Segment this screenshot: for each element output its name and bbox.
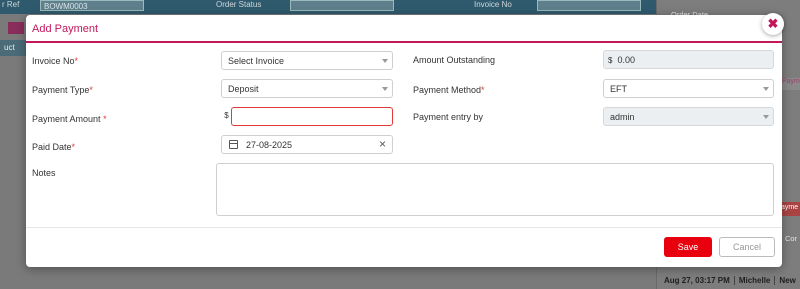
footer-divider [26, 227, 782, 228]
paid-date-label: Paid Date* [32, 142, 76, 152]
payment-entry-by-value: admin [610, 112, 635, 122]
chevron-down-icon [763, 115, 769, 119]
notes-textarea[interactable] [216, 163, 774, 216]
amount-outstanding-field: $0.00 [603, 50, 774, 69]
payment-amount-input[interactable] [231, 107, 393, 126]
right-panel-payment-tag: ayme [780, 202, 800, 216]
payment-method-label: Payment Method* [413, 85, 485, 95]
cancel-button[interactable]: Cancel [719, 237, 775, 257]
order-status-field [290, 0, 394, 11]
order-ref-field: BOWM0003 [40, 0, 144, 11]
paid-date-picker[interactable]: 27-08-2025 × [221, 135, 393, 154]
order-ref-label: r Ref [2, 0, 20, 9]
amount-outstanding-label: Amount Outstanding [413, 55, 496, 65]
activity-user: Michelle [738, 276, 771, 285]
chevron-down-icon [763, 87, 769, 91]
modal-header: Add Payment [26, 15, 782, 43]
invoice-no-filter-field [537, 0, 641, 11]
payment-method-select[interactable]: EFT [603, 79, 774, 98]
notes-label: Notes [32, 168, 56, 178]
chevron-down-icon [382, 59, 388, 63]
add-payment-modal: Add Payment ✖ Invoice No* Select Invoice… [26, 13, 784, 267]
invoice-select[interactable]: Select Invoice [221, 51, 393, 70]
right-panel-tab: Paym [782, 78, 800, 90]
payment-entry-by-select: admin [603, 107, 774, 126]
order-status-label: Order Status [216, 0, 262, 9]
modal-title: Add Payment [32, 23, 99, 35]
payment-method-value: EFT [610, 84, 627, 94]
close-icon[interactable]: ✖ [762, 13, 784, 35]
calendar-icon[interactable] [229, 140, 238, 149]
payment-type-value: Deposit [228, 84, 259, 94]
currency-prefix: $ [608, 56, 613, 65]
clear-date-icon[interactable]: × [379, 137, 386, 151]
payment-type-label: Payment Type* [32, 85, 93, 95]
paid-date-value: 27-08-2025 [246, 140, 293, 150]
save-button[interactable]: Save [664, 237, 712, 257]
amount-outstanding-value: 0.00 [617, 55, 635, 65]
payment-type-select[interactable]: Deposit [221, 79, 393, 98]
background-badge [8, 22, 24, 34]
payment-entry-by-label: Payment entry by [413, 112, 484, 122]
invoice-select-value: Select Invoice [228, 56, 285, 66]
invoice-no-filter-label: Invoice No [474, 0, 512, 9]
activity-status: New [779, 276, 796, 285]
invoice-no-label: Invoice No* [32, 56, 79, 66]
activity-time: Aug 27, 03:17 PM [664, 276, 730, 285]
activity-row: Aug 27, 03:17 PM Michelle New [664, 276, 796, 286]
payment-amount-label: Payment Amount * [32, 114, 107, 124]
right-panel-cor: Cor [785, 234, 798, 243]
chevron-down-icon [382, 87, 388, 91]
